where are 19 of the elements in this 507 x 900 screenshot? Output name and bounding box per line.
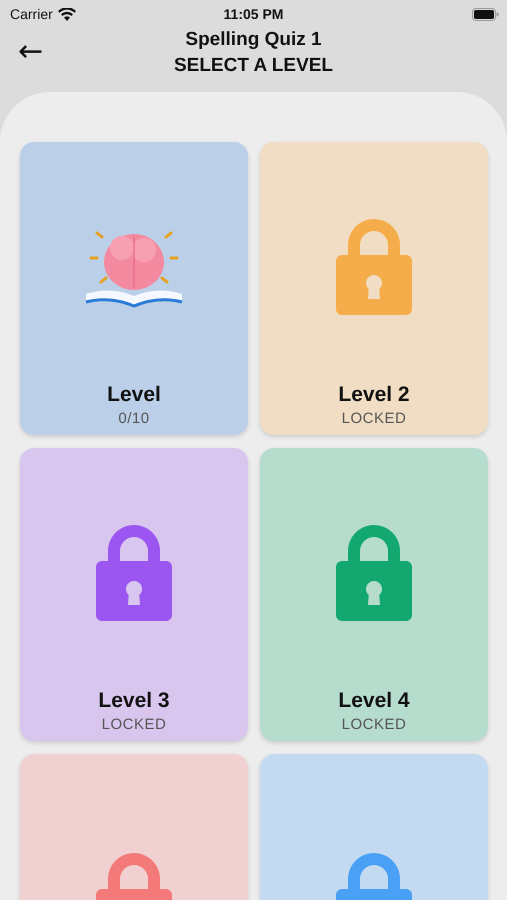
back-button[interactable]: ← [16, 32, 46, 72]
level-card[interactable]: Level 3 LOCKED [20, 448, 248, 741]
level-status: LOCKED [102, 716, 166, 733]
wifi-icon [58, 8, 76, 20]
level-status: 0/10 [118, 410, 150, 427]
level-card[interactable]: Level 2 LOCKED [260, 142, 488, 435]
quiz-title: Spelling Quiz 1 [185, 29, 322, 51]
battery-icon [472, 8, 499, 20]
carrier-name: Carrier [10, 6, 53, 22]
level-card[interactable]: Level 0/10 [20, 142, 248, 435]
level-status: LOCKED [342, 410, 406, 427]
level-card[interactable]: Level 4 LOCKED [260, 448, 488, 741]
level-title: Level 2 [338, 383, 410, 407]
level-title: Level 4 [338, 689, 410, 713]
status-time: 11:05 PM [224, 6, 284, 22]
level-status: LOCKED [342, 716, 406, 733]
level-title: Level [107, 383, 161, 407]
level-title: Level 3 [98, 689, 170, 713]
screen-subtitle: SELECT A LEVEL [174, 55, 334, 77]
